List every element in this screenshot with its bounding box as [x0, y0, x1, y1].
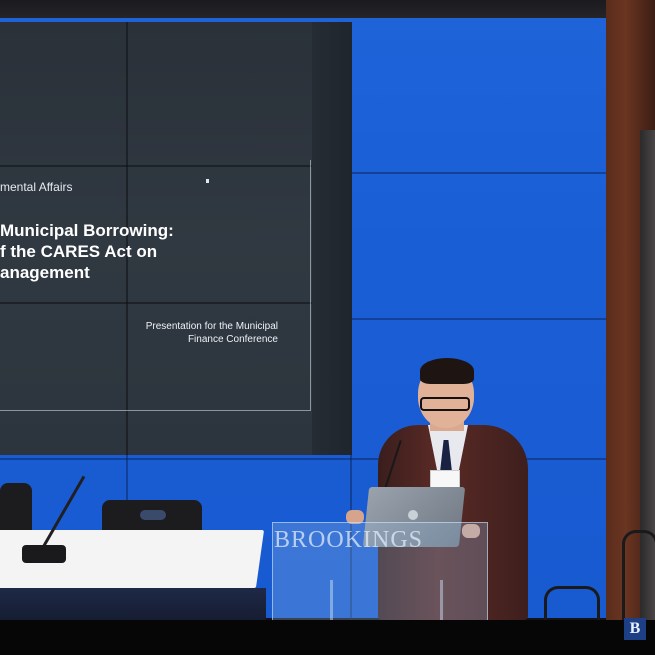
slide-title: Municipal Borrowing: f the CARES Act on …	[0, 221, 174, 282]
video-frame: mental Affairs Municipal Borrowing: f th…	[0, 0, 655, 655]
brookings-logo-icon: B	[624, 618, 646, 640]
chair	[0, 483, 32, 535]
pointer-cursor-icon	[206, 179, 209, 183]
laptop-logo-icon	[408, 510, 418, 520]
slide-subtitle: Presentation for the Municipal Finance C…	[145, 321, 278, 345]
slide-edge	[312, 22, 352, 455]
bottom-bar	[0, 620, 655, 655]
podium-leg	[440, 580, 443, 620]
podium-brand-text: BROOKINGS	[274, 527, 424, 553]
stage-railing	[544, 586, 600, 623]
stage-railing	[622, 530, 655, 623]
podium-leg	[330, 580, 333, 620]
microphone-base	[22, 545, 66, 563]
slide-department: mental Affairs	[0, 180, 73, 194]
slide-title-box	[0, 160, 311, 411]
wall-seam	[352, 172, 608, 174]
glasses-icon	[420, 397, 470, 411]
table-skirt	[0, 588, 266, 620]
chair-slot	[140, 510, 166, 520]
wall-seam	[352, 318, 608, 320]
speaker-hair	[420, 358, 474, 384]
